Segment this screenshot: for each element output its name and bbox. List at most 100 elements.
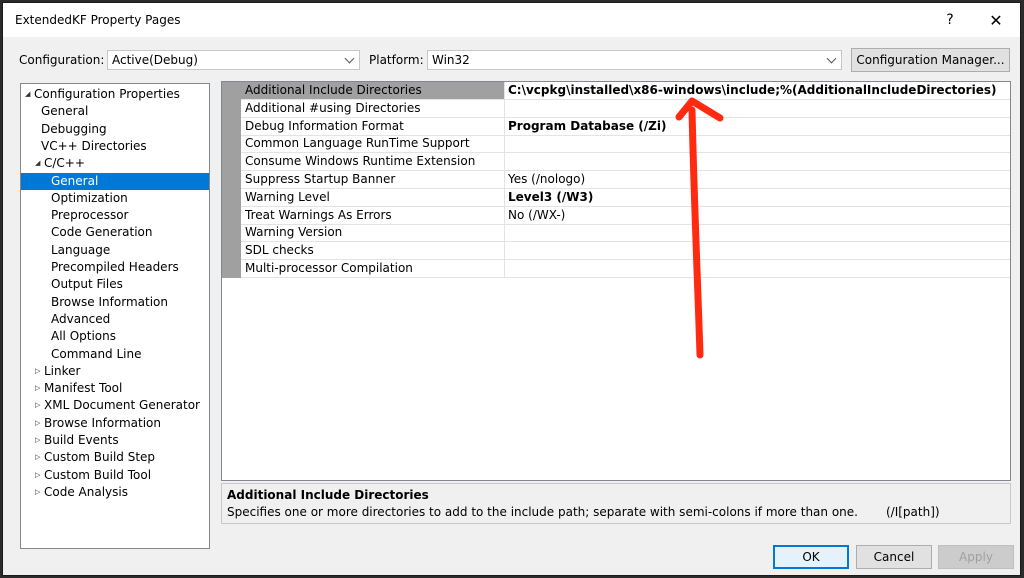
- tree-item-label: Manifest Tool: [44, 381, 123, 396]
- expand-arrow-icon[interactable]: ▷: [35, 484, 44, 501]
- grid-row-header-gutter: [222, 82, 241, 278]
- property-row[interactable]: Treat Warnings As Errors No (/WX-): [241, 206, 1010, 225]
- property-row[interactable]: Consume Windows Runtime Extension: [241, 153, 1010, 172]
- tree-item[interactable]: Language: [21, 242, 209, 259]
- tree-item[interactable]: General: [21, 172, 209, 190]
- property-row[interactable]: Debug Information Format Program Database…: [241, 117, 1010, 136]
- property-name: SDL checks: [241, 242, 505, 260]
- property-row[interactable]: SDL checks: [241, 242, 1010, 261]
- property-name: Consume Windows Runtime Extension: [241, 153, 505, 171]
- property-value[interactable]: [506, 224, 1010, 241]
- collapse-arrow-icon[interactable]: ◢: [35, 155, 44, 172]
- property-row[interactable]: Common Language RunTime Support: [241, 135, 1010, 154]
- tree-item-label: Custom Build Step: [44, 450, 156, 465]
- tree-item-label: General: [41, 104, 89, 119]
- property-name: Treat Warnings As Errors: [241, 206, 505, 224]
- platform-dropdown[interactable]: Win32: [427, 50, 842, 70]
- help-button[interactable]: ?: [927, 3, 973, 37]
- tree-item-label: Debugging: [41, 121, 107, 136]
- tree-item[interactable]: ▷ Build Events: [21, 432, 209, 449]
- expand-arrow-icon[interactable]: ▷: [35, 363, 44, 380]
- tree-item[interactable]: Command Line: [21, 346, 209, 363]
- tree-item-label: Custom Build Tool: [44, 467, 152, 482]
- apply-button[interactable]: Apply: [938, 545, 1014, 569]
- tree-item-label: Precompiled Headers: [51, 260, 179, 274]
- tree-item-label: General: [51, 173, 99, 188]
- tree-item[interactable]: Output Files: [21, 276, 209, 293]
- tree-item[interactable]: All Options: [21, 328, 209, 345]
- expand-arrow-icon[interactable]: ▷: [35, 432, 44, 449]
- property-value[interactable]: [506, 242, 1010, 259]
- property-value[interactable]: C:\vcpkg\installed\x86-windows\include;%…: [506, 82, 1010, 99]
- expand-arrow-icon[interactable]: ▷: [35, 449, 44, 466]
- tree-item[interactable]: Debugging: [21, 121, 209, 138]
- expand-arrow-icon[interactable]: ▷: [35, 397, 44, 414]
- tree-item[interactable]: ▷ Custom Build Tool: [21, 467, 209, 484]
- tree-item-label: Code Analysis: [44, 484, 128, 499]
- collapse-arrow-icon[interactable]: ◢: [25, 86, 34, 103]
- tree-item-label: Optimization: [51, 190, 128, 205]
- tree-item[interactable]: ◢ Configuration Properties: [21, 86, 209, 103]
- tree-item-label: All Options: [51, 329, 116, 344]
- window-title: ExtendedKF Property Pages: [15, 13, 181, 27]
- tree-item-label: Linker: [44, 363, 81, 378]
- configuration-value: Active(Debug): [112, 53, 198, 67]
- property-tree[interactable]: ◢ Configuration Properties General Debuggin…: [20, 83, 210, 549]
- property-name: Additional #using Directories: [241, 99, 505, 117]
- tree-item[interactable]: ▷ Manifest Tool: [21, 380, 209, 397]
- tree-item-label: Build Events: [44, 433, 119, 447]
- property-row[interactable]: Multi-processor Compilation: [241, 260, 1010, 278]
- tree-item-label: VC++ Directories: [41, 138, 147, 153]
- property-value[interactable]: [506, 135, 1010, 152]
- tree-item[interactable]: ▷ Code Analysis: [21, 484, 209, 501]
- help-icon: ?: [946, 12, 954, 28]
- tree-item[interactable]: ▷ Browse Information: [21, 415, 209, 432]
- chevron-down-icon: [341, 51, 357, 69]
- tree-item-label: Command Line: [51, 346, 142, 361]
- property-value[interactable]: Program Database (/Zi): [506, 118, 1010, 135]
- expand-arrow-icon[interactable]: ▷: [35, 380, 44, 397]
- description-switch: (/I[path]): [885, 505, 940, 519]
- cancel-button[interactable]: Cancel: [856, 545, 932, 569]
- platform-value: Win32: [432, 53, 470, 67]
- expand-arrow-icon[interactable]: ▷: [35, 415, 44, 432]
- title-bar: ExtendedKF Property Pages ? ✕: [3, 3, 1020, 37]
- property-row[interactable]: Additional Include Directories C:\vcpkg\i…: [241, 82, 1010, 100]
- tree-item-label: Browse Information: [44, 415, 161, 430]
- property-pages-dialog: ExtendedKF Property Pages ? ✕ Configurat…: [2, 2, 1021, 576]
- expand-arrow-icon[interactable]: ▷: [35, 467, 44, 484]
- ok-button[interactable]: OK: [773, 545, 849, 569]
- tree-item[interactable]: Browse Information: [21, 294, 209, 311]
- tree-item[interactable]: ◢ C/C++: [21, 155, 209, 172]
- property-name: Common Language RunTime Support: [241, 135, 505, 153]
- tree-item[interactable]: Optimization: [21, 190, 209, 207]
- tree-item[interactable]: Preprocessor: [21, 207, 209, 224]
- tree-item[interactable]: Code Generation: [21, 224, 209, 241]
- property-value[interactable]: [506, 153, 1010, 170]
- property-value[interactable]: No (/WX-): [506, 207, 1010, 224]
- chevron-down-icon: [823, 51, 839, 69]
- property-value[interactable]: Yes (/nologo): [506, 171, 1010, 188]
- property-row[interactable]: Warning Version: [241, 224, 1010, 243]
- property-value[interactable]: [506, 100, 1010, 117]
- configuration-manager-button[interactable]: Configuration Manager...: [851, 48, 1010, 72]
- tree-item[interactable]: ▷ Linker: [21, 363, 209, 380]
- description-body: Specifies one or more directories to add…: [227, 505, 858, 519]
- tree-item[interactable]: VC++ Directories: [21, 138, 209, 155]
- property-row[interactable]: Suppress Startup Banner Yes (/nologo): [241, 171, 1010, 189]
- close-button[interactable]: ✕: [973, 3, 1019, 37]
- tree-item[interactable]: ▷ Custom Build Step: [21, 449, 209, 466]
- configuration-dropdown[interactable]: Active(Debug): [107, 50, 360, 70]
- tree-item-label: Browse Information: [51, 294, 168, 309]
- tree-item[interactable]: Precompiled Headers: [21, 259, 209, 276]
- property-row[interactable]: Additional #using Directories: [241, 99, 1010, 118]
- property-value[interactable]: Level3 (/W3): [506, 189, 1010, 206]
- tree-item[interactable]: ▷ XML Document Generator: [21, 397, 209, 414]
- tree-item[interactable]: General: [21, 103, 209, 120]
- property-row[interactable]: Warning Level Level3 (/W3): [241, 188, 1010, 207]
- tree-item-label: Code Generation: [51, 225, 153, 240]
- tree-item[interactable]: Advanced: [21, 311, 209, 328]
- tree-item-label: Configuration Properties: [34, 87, 180, 101]
- property-grid[interactable]: Additional Include Directories C:\vcpkg\i…: [221, 81, 1011, 481]
- property-value[interactable]: [506, 260, 1010, 277]
